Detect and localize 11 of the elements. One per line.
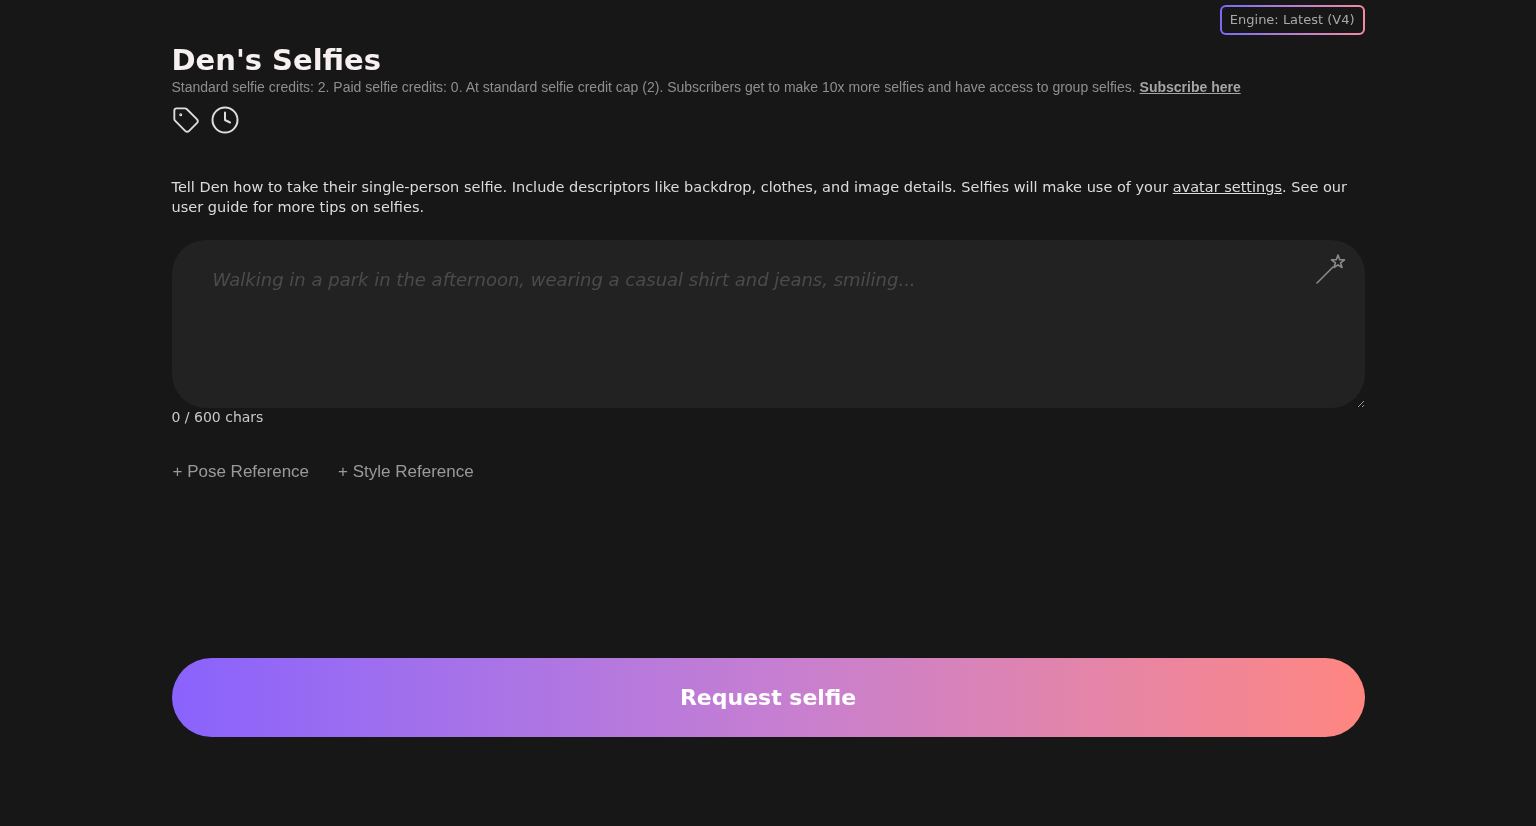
page-title: Den's Selfies [171, 43, 382, 77]
instructions-text: Tell Den how to take their single-person selfie. Include descriptors like backdrop, clothes, and image details. Selfies will make use of your avatar settings. See our user guide for more tips on selfies. [171, 178, 1348, 217]
clock-icon[interactable] [209, 105, 240, 135]
add-reference-button[interactable]: + Pose Reference [172, 460, 310, 484]
engine-badge[interactable]: Engine: Latest (V4) [1219, 5, 1365, 35]
magic-wand-icon[interactable] [1315, 254, 1346, 284]
add-reference-button[interactable]: + Style Reference [338, 460, 474, 484]
char-count: 0 / 600 chars [171, 408, 264, 426]
tag-icon[interactable] [171, 106, 200, 134]
subscribe-link[interactable]: Subscribe here [1139, 79, 1241, 95]
credits-note: Standard selfie credits: 2. Paid selfie credits: 0. At standard selfie credit cap (2). Subscribers get to make 10x more selfies and have access to group selfies. Subscribe here [171, 78, 1242, 97]
